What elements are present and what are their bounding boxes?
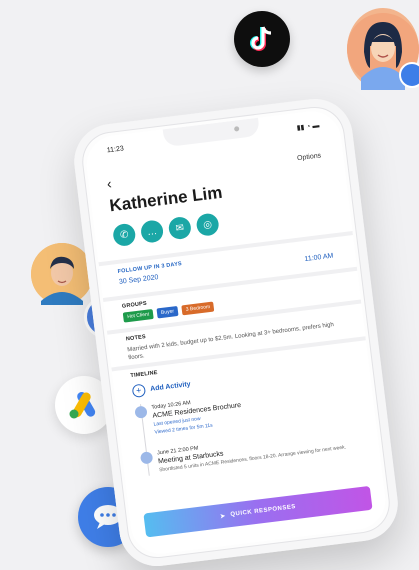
contact-name: Katherine Lim — [108, 182, 224, 216]
tag-buyer[interactable]: Buyer — [156, 305, 179, 319]
mail-icon[interactable]: ✉ — [167, 215, 193, 241]
quick-responses-button[interactable]: ➤ QUICK RESPONSES — [143, 485, 373, 538]
status-time: 11:23 — [106, 145, 125, 155]
tag-3-bedroom[interactable]: 3 Bedroom — [181, 301, 215, 316]
signal-wifi-battery-icon: ▮▮ ◔ ▬ — [296, 122, 320, 133]
timeline-event[interactable]: Today 10:26 AM ACME Residences Brochure … — [134, 394, 243, 438]
man-avatar — [31, 243, 93, 305]
add-activity-label: Add Activity — [149, 380, 191, 393]
calendar-icon — [139, 451, 154, 465]
whatsapp-icon[interactable]: ◎ — [195, 212, 220, 237]
contact-screen: 11:23 ▮▮ ◔ ▬ ‹ Options Katherine Lim ✆ …… — [83, 107, 389, 558]
options-button[interactable]: Options — [297, 152, 322, 162]
video-badge-icon — [399, 62, 419, 88]
phone-icon[interactable]: ✆ — [112, 222, 137, 248]
follow-up-label: FOLLOW UP IN 3 DAYS — [117, 261, 183, 275]
plus-icon: + — [131, 383, 147, 399]
add-activity-button[interactable]: + Add Activity — [131, 378, 192, 399]
follow-up-date[interactable]: 30 Sep 2020 — [119, 274, 159, 286]
phone-device: 11:23 ▮▮ ◔ ▬ ‹ Options Katherine Lim ✆ …… — [69, 94, 403, 570]
timeline-label: TIMELINE — [130, 369, 158, 380]
tiktok-logo-icon — [234, 11, 290, 67]
send-icon: ➤ — [219, 513, 226, 520]
back-button[interactable]: ‹ — [106, 175, 113, 191]
document-icon — [134, 405, 148, 419]
chat-bubble-icon[interactable]: … — [139, 219, 165, 244]
contact-actions: ✆ … ✉ ◎ — [112, 212, 220, 248]
quick-responses-label: QUICK RESPONSES — [230, 504, 297, 519]
groups-label: GROUPS — [121, 300, 148, 310]
notes-label: NOTES — [125, 334, 147, 343]
follow-up-time[interactable]: 11:00 AM — [304, 253, 334, 263]
tag-hot-client[interactable]: Hot Client — [122, 309, 154, 323]
